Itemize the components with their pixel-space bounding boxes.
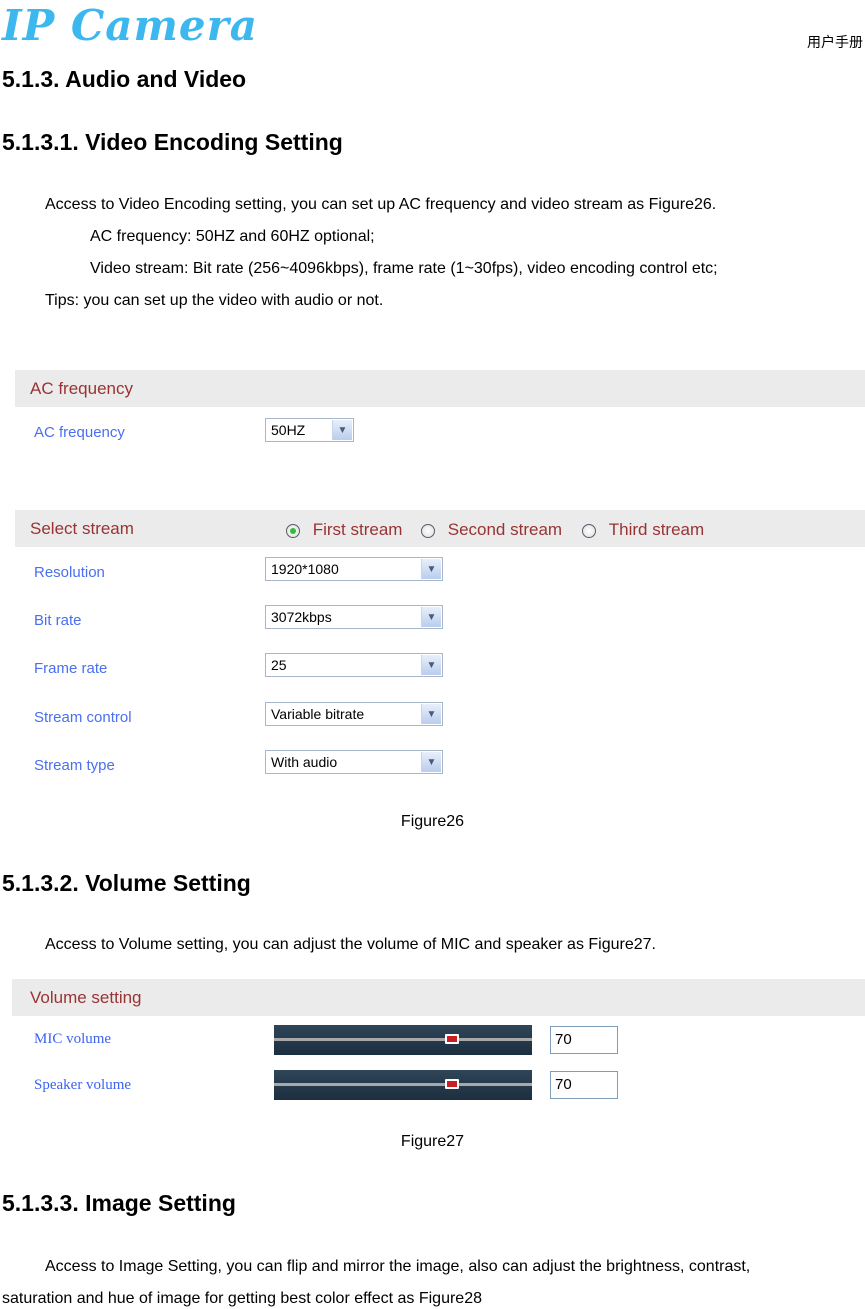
select-stream-panel-title: Select stream — [30, 519, 134, 538]
radio-first-stream[interactable]: First stream — [286, 520, 402, 540]
ac-frequency-panel-header: AC frequency — [15, 370, 865, 407]
bit-rate-select[interactable]: 3072kbps ▼ — [265, 605, 443, 629]
radio-unselected-icon[interactable] — [421, 523, 435, 538]
first-stream-label: First stream — [312, 520, 403, 539]
figure27-caption: Figure27 — [400, 1133, 465, 1150]
heading-volume-setting: 5.1.3.2. Volume Setting — [2, 870, 251, 896]
mic-volume-slider[interactable] — [274, 1025, 532, 1055]
select-stream-panel-header: Select stream First stream Second stream… — [15, 510, 865, 547]
heading-video-encoding: 5.1.3.1. Video Encoding Setting — [2, 129, 343, 155]
second-stream-label: Second stream — [447, 520, 563, 539]
video-stream-note: Video stream: Bit rate (256~4096kbps), f… — [90, 260, 718, 277]
tips-note: Tips: you can set up the video with audi… — [45, 292, 384, 309]
speaker-volume-value: 70 — [555, 1076, 572, 1093]
mic-volume-input[interactable]: 70 — [550, 1026, 618, 1054]
stream-type-select[interactable]: With audio ▼ — [265, 750, 443, 774]
resolution-value: 1920*1080 — [271, 561, 339, 577]
slider-track — [274, 1038, 532, 1041]
mic-volume-label: MIC volume — [34, 1031, 112, 1047]
slider-handle[interactable] — [445, 1079, 459, 1089]
chevron-down-icon[interactable]: ▼ — [421, 704, 441, 724]
heading-image-setting: 5.1.3.3. Image Setting — [2, 1190, 236, 1216]
stream-control-value: Variable bitrate — [271, 706, 365, 722]
ac-frequency-note: AC frequency: 50HZ and 60HZ optional; — [90, 228, 375, 245]
stream-type-value: With audio — [271, 754, 338, 770]
stream-control-select[interactable]: Variable bitrate ▼ — [265, 702, 443, 726]
mic-volume-value: 70 — [555, 1031, 572, 1048]
resolution-label: Resolution — [34, 564, 105, 581]
ac-frequency-select[interactable]: 50HZ ▼ — [265, 418, 354, 442]
video-encoding-intro: Access to Video Encoding setting, you ca… — [45, 196, 717, 213]
ip-camera-logo: IP Camera — [2, 1, 258, 50]
frame-rate-value: 25 — [271, 657, 287, 673]
radio-third-stream[interactable]: Third stream — [582, 520, 704, 540]
chevron-down-icon[interactable]: ▼ — [421, 559, 441, 579]
radio-unselected-icon[interactable] — [582, 523, 596, 538]
volume-panel-title: Volume setting — [30, 988, 142, 1007]
chevron-down-icon[interactable]: ▼ — [421, 655, 441, 675]
speaker-volume-input[interactable]: 70 — [550, 1071, 618, 1099]
ac-frequency-label: AC frequency — [34, 424, 125, 441]
speaker-volume-slider[interactable] — [274, 1070, 532, 1100]
radio-selected-icon[interactable] — [286, 523, 300, 538]
ac-frequency-value: 50HZ — [271, 422, 306, 438]
radio-second-stream[interactable]: Second stream — [421, 520, 562, 540]
slider-track — [274, 1083, 532, 1086]
bit-rate-label: Bit rate — [34, 612, 82, 629]
speaker-volume-label: Speaker volume — [34, 1077, 132, 1093]
chevron-down-icon[interactable]: ▼ — [421, 607, 441, 627]
bit-rate-value: 3072kbps — [271, 609, 332, 625]
third-stream-label: Third stream — [608, 520, 705, 539]
image-intro-line-2: saturation and hue of image for getting … — [2, 1290, 482, 1307]
resolution-select[interactable]: 1920*1080 ▼ — [265, 557, 443, 581]
ac-frequency-panel-title: AC frequency — [30, 379, 133, 398]
user-manual-label: 用户手册 — [807, 34, 863, 50]
chevron-down-icon[interactable]: ▼ — [421, 752, 441, 772]
volume-intro: Access to Volume setting, you can adjust… — [45, 936, 656, 953]
stream-type-label: Stream type — [34, 757, 115, 774]
figure26-caption: Figure26 — [400, 813, 465, 830]
section-heading-audio-video: 5.1.3. Audio and Video — [2, 66, 247, 92]
chevron-down-icon[interactable]: ▼ — [332, 420, 352, 440]
image-intro-line-1: Access to Image Setting, you can flip an… — [45, 1258, 751, 1275]
frame-rate-label: Frame rate — [34, 660, 108, 677]
slider-handle[interactable] — [445, 1034, 459, 1044]
frame-rate-select[interactable]: 25 ▼ — [265, 653, 443, 677]
stream-control-label: Stream control — [34, 709, 132, 726]
volume-panel-header: Volume setting — [12, 979, 865, 1016]
